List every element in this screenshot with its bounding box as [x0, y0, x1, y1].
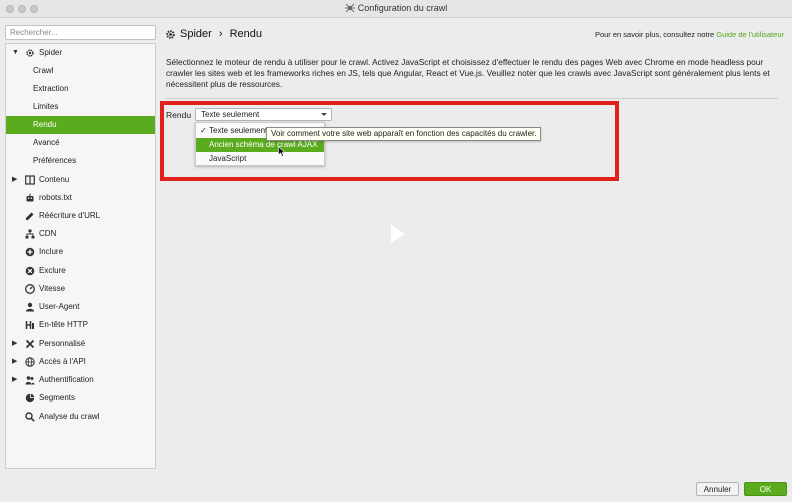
sidebar-item-label: Spider — [39, 48, 63, 57]
highlight-box — [160, 101, 619, 181]
divider — [166, 98, 778, 99]
sidebar-item-label: Personnalisé — [39, 339, 86, 348]
robot-icon — [26, 193, 34, 202]
sidebar-item-exclure[interactable]: Exclure — [6, 262, 155, 280]
sidebar-item-label: robots.txt — [39, 193, 72, 202]
x-circle-icon — [25, 266, 35, 276]
sidebar-item-api-access[interactable]: ▶ Accès à l'API — [6, 353, 155, 371]
sidebar-tree: ▼ Spider Crawl Extraction Limites Rendu … — [5, 43, 156, 469]
spider-logo-icon — [344, 3, 355, 13]
sidebar-item-extraction[interactable]: Extraction — [6, 80, 155, 98]
sidebar-item-label: Analyse du crawl — [39, 412, 100, 421]
sidebar-item-segments[interactable]: Segments — [6, 389, 155, 407]
chevron-right-icon[interactable]: ▶ — [12, 171, 17, 189]
chevron-right-icon[interactable]: ▶ — [12, 353, 17, 371]
sidebar-item-label: En-tête HTTP — [39, 320, 88, 329]
sidebar-item-contenu[interactable]: ▶ Contenu — [6, 171, 155, 189]
plus-circle-icon — [25, 247, 35, 257]
breadcrumb-section: Spider — [180, 28, 212, 40]
sidebar-item-http-header[interactable]: En-tête HTTP — [6, 316, 155, 334]
sidebar-item-label: Exclure — [39, 266, 66, 275]
description-text: Sélectionnez le moteur de rendu à utilis… — [166, 57, 770, 89]
breadcrumb-separator: › — [218, 28, 223, 40]
sidebar-item-label: Limites — [33, 102, 59, 111]
window-title: Configuration du crawl — [357, 3, 448, 13]
sidebar-item-label: Extraction — [33, 84, 69, 93]
columns-icon — [25, 175, 35, 185]
sidebar-item-label: Crawl — [33, 66, 54, 75]
user-guide-link[interactable]: Guide de l'utilisateur — [716, 30, 784, 39]
sidebar-item-label: Inclure — [39, 247, 64, 256]
sidebar-item-label: Contenu — [39, 175, 70, 184]
sidebar-item-label: Authentification — [39, 375, 94, 384]
gear-icon — [26, 49, 34, 57]
sidebar-item-personnalise[interactable]: ▶ Personnalisé — [6, 335, 155, 353]
title-bar: Configuration du crawl — [0, 0, 792, 18]
sidebar-item-authentification[interactable]: ▶ Authentification — [6, 371, 155, 389]
tools-icon — [25, 339, 35, 349]
cancel-button[interactable]: Annuler — [696, 482, 739, 496]
sidebar-item-limites[interactable]: Limites — [6, 98, 155, 116]
network-icon — [25, 229, 35, 239]
sidebar-item-spider[interactable]: ▼ Spider — [6, 44, 155, 62]
search-icon — [25, 412, 35, 422]
sidebar-item-avance[interactable]: Avancé — [6, 134, 155, 152]
gear-icon — [166, 30, 175, 39]
breadcrumb: Spider › Rendu — [180, 28, 262, 40]
speed-icon — [25, 284, 35, 294]
sidebar-item-label: Vitesse — [39, 284, 66, 293]
sidebar-item-label: Avancé — [33, 138, 60, 147]
sidebar-item-crawl-analysis[interactable]: Analyse du crawl — [6, 408, 155, 426]
pie-icon — [25, 393, 35, 403]
sidebar-item-label: Réécriture d'URL — [39, 211, 101, 220]
sidebar-item-inclure[interactable]: Inclure — [6, 243, 155, 261]
user-agent-icon — [25, 302, 35, 312]
chevron-right-icon[interactable]: ▶ — [12, 371, 17, 389]
sidebar-item-rendu[interactable]: Rendu — [6, 116, 155, 134]
play-icon — [391, 225, 405, 243]
sidebar-item-crawl[interactable]: Crawl — [6, 62, 155, 80]
sidebar-search-input[interactable] — [5, 25, 156, 40]
chevron-down-icon[interactable]: ▼ — [12, 44, 19, 62]
users-icon — [25, 376, 35, 385]
chevron-right-icon[interactable]: ▶ — [12, 335, 17, 353]
sidebar-item-robots-txt[interactable]: robots.txt — [6, 189, 155, 207]
ok-button[interactable]: OK — [744, 482, 787, 496]
sidebar-item-user-agent[interactable]: User-Agent — [6, 298, 155, 316]
help-prefix: Pour en savoir plus, consultez notre — [594, 30, 715, 39]
rewrite-icon — [26, 212, 34, 220]
sidebar-item-label: Accès à l'API — [39, 357, 86, 366]
sidebar-item-label: User-Agent — [39, 302, 80, 311]
sidebar-item-vitesse[interactable]: Vitesse — [6, 280, 155, 298]
sidebar-item-url-rewriting[interactable]: Réécriture d'URL — [6, 207, 155, 225]
sidebar-item-label: CDN — [39, 229, 57, 238]
header-icon — [25, 321, 34, 329]
globe-icon — [25, 357, 35, 367]
sidebar-item-label: Rendu — [33, 120, 57, 129]
page-title: Rendu — [229, 28, 263, 40]
sidebar-item-label: Préférences — [33, 156, 77, 165]
sidebar-item-preferences[interactable]: Préférences — [6, 152, 155, 170]
help-text: Pour en savoir plus, consultez notre Gui… — [595, 30, 784, 39]
sidebar-item-cdn[interactable]: CDN — [6, 225, 155, 243]
sidebar-item-label: Segments — [39, 393, 76, 402]
